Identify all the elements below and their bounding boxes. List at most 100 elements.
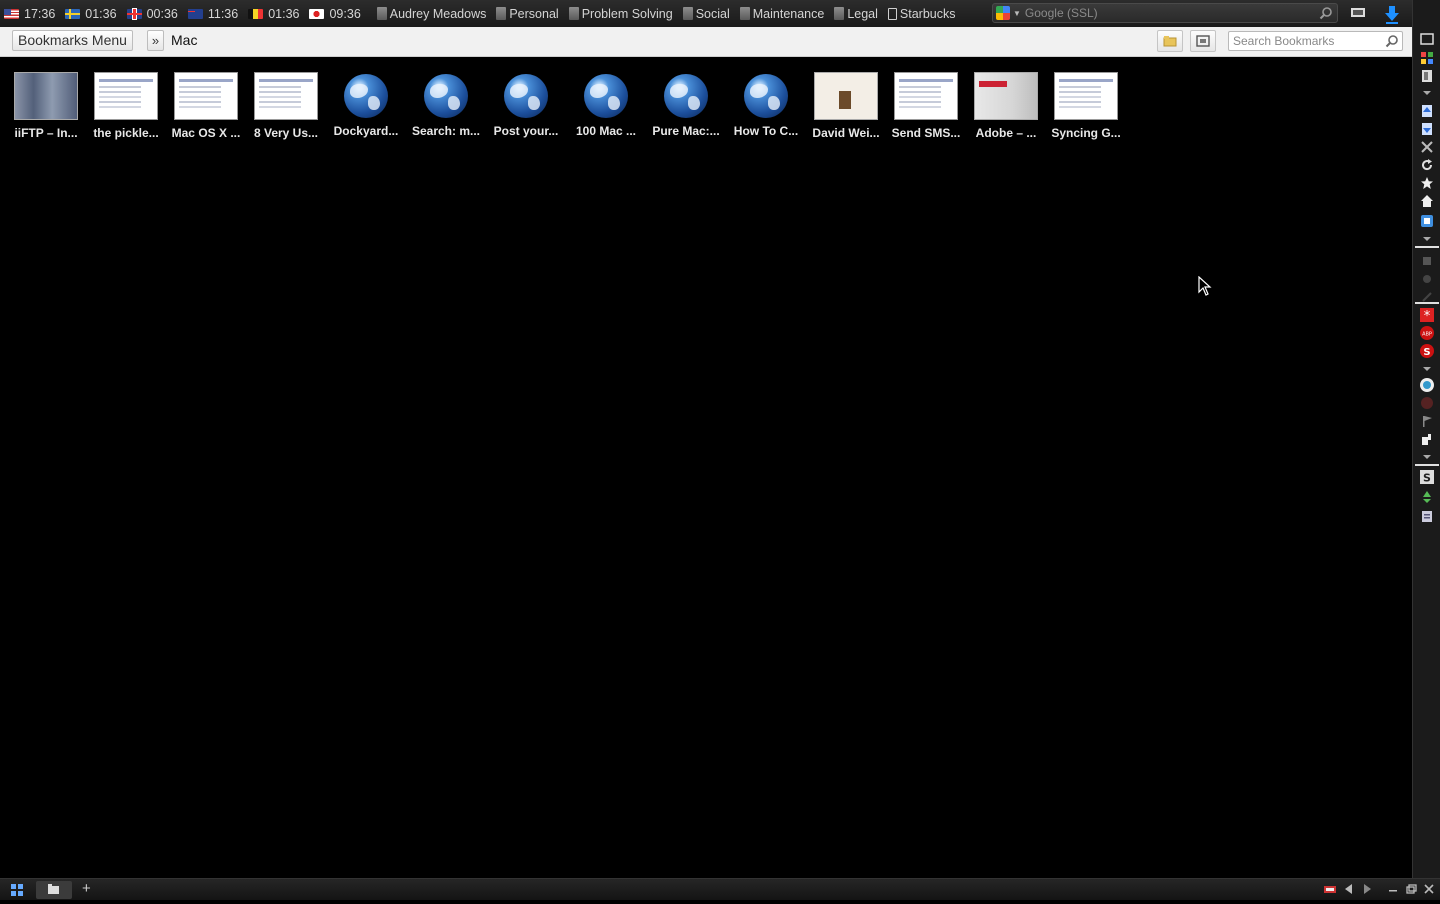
chevron-down-icon[interactable]: ▼ — [1013, 9, 1021, 18]
bookmark-tile[interactable]: Dockyard... — [326, 72, 406, 140]
clipboard-icon[interactable] — [1420, 509, 1434, 523]
bookmark-label: Legal — [847, 6, 878, 21]
search-icon[interactable] — [1385, 34, 1399, 48]
chevron-down-icon[interactable] — [1423, 91, 1431, 95]
chevron-down-icon[interactable] — [1423, 367, 1431, 371]
bookmark-down-icon[interactable] — [1420, 122, 1434, 136]
folder-icon — [496, 7, 507, 20]
bookmark-tile[interactable]: Adobe – ... — [966, 72, 1046, 140]
chevron-down-icon[interactable] — [1423, 455, 1431, 459]
bookmark-label: Problem Solving — [581, 6, 673, 21]
stumble-icon[interactable]: S — [1420, 344, 1434, 358]
bookmark-folder-social[interactable]: Social — [682, 7, 730, 21]
search-bookmarks-input[interactable]: Search Bookmarks — [1228, 31, 1403, 51]
new-tab-button[interactable]: + — [82, 880, 91, 897]
adblock-icon[interactable]: ABP — [1420, 326, 1434, 340]
bookmark-tile-label: 8 Very Us... — [253, 126, 319, 140]
page-thumbnail[interactable] — [894, 72, 958, 120]
apps-grid-icon[interactable] — [1420, 51, 1434, 65]
globe-icon[interactable] — [504, 74, 548, 118]
keyboard-icon[interactable] — [1323, 882, 1337, 896]
globe-icon[interactable] — [584, 74, 628, 118]
bookmark-folder-maintenance[interactable]: Maintenance — [739, 7, 824, 21]
bookmark-label: Starbucks — [899, 6, 956, 21]
bookmark-tile-label: the pickle... — [93, 126, 159, 140]
globe-icon[interactable] — [424, 74, 468, 118]
active-tab-button[interactable] — [36, 881, 72, 899]
minimize-icon[interactable] — [1386, 882, 1400, 896]
page-thumbnail[interactable] — [14, 72, 78, 120]
folder-icon — [1163, 36, 1177, 47]
bookmark-tile[interactable]: Search: m... — [406, 72, 486, 140]
folder-icon — [376, 7, 387, 20]
globe-icon[interactable] — [664, 74, 708, 118]
home-icon[interactable] — [1420, 194, 1434, 208]
apps-grid-icon[interactable] — [10, 883, 24, 897]
separator — [1415, 302, 1439, 304]
page-thumbnail[interactable] — [254, 72, 318, 120]
restore-icon[interactable] — [1404, 882, 1418, 896]
reload-icon[interactable] — [1420, 158, 1434, 172]
puzzle-icon[interactable] — [1420, 254, 1434, 268]
disabled-addon-icon[interactable] — [1420, 396, 1434, 410]
bookmark-folder-legal[interactable]: Legal — [834, 7, 878, 21]
search-icon[interactable] — [1319, 6, 1333, 20]
bookmark-tile[interactable]: Send SMS... — [886, 72, 966, 140]
page-thumbnail[interactable] — [174, 72, 238, 120]
bookmark-page-icon[interactable] — [1420, 69, 1434, 83]
australia-flag-icon — [187, 8, 203, 19]
star-icon[interactable] — [1420, 176, 1434, 190]
globe-addon-icon[interactable] — [1420, 378, 1434, 392]
bookmark-tile[interactable]: How To C... — [726, 72, 806, 140]
asterisk-addon-icon[interactable]: * — [1420, 308, 1434, 322]
google-search-box[interactable]: ▼ Google (SSL) — [992, 3, 1338, 23]
bookmark-up-icon[interactable] — [1420, 104, 1434, 118]
bookmark-starbucks[interactable]: Starbucks — [887, 6, 956, 21]
bookmark-tile[interactable]: 8 Very Us... — [246, 72, 326, 140]
download-arrow-icon[interactable] — [1383, 4, 1401, 24]
bookmark-folder-problem-solving[interactable]: Problem Solving — [568, 6, 673, 21]
google-icon[interactable] — [996, 6, 1010, 20]
page-thumbnail[interactable] — [974, 72, 1038, 120]
bookmark-tile[interactable]: Mac OS X ... — [166, 72, 246, 140]
breadcrumb-separator-button[interactable]: » — [147, 30, 164, 51]
close-icon[interactable] — [1420, 140, 1434, 154]
bookmark-tile[interactable]: 100 Mac ... — [566, 72, 646, 140]
bookmark-tile-label: Dockyard... — [333, 124, 399, 138]
bookmark-tile[interactable]: Post your... — [486, 72, 566, 140]
bookmark-tile[interactable]: iiFTP – In... — [6, 72, 86, 140]
chevron-down-icon[interactable] — [1423, 237, 1431, 241]
view-toggle-button[interactable] — [1190, 30, 1216, 52]
screen-icon[interactable] — [1349, 5, 1367, 21]
globe-icon[interactable] — [744, 74, 788, 118]
fullscreen-icon[interactable] — [1420, 32, 1434, 46]
new-folder-button[interactable] — [1157, 30, 1183, 52]
bookmark-folder-audrey-meadows[interactable]: Audrey Meadows — [376, 7, 486, 21]
page-thumbnail[interactable] — [94, 72, 158, 120]
arrow-left-icon[interactable] — [1342, 882, 1356, 896]
s-addon-icon[interactable]: S — [1420, 470, 1434, 484]
bookmark-tile[interactable]: David Wei... — [806, 72, 886, 140]
bookmark-tile[interactable]: Syncing G... — [1046, 72, 1126, 140]
flag-icon[interactable] — [1420, 414, 1434, 428]
globe-icon[interactable] — [344, 74, 388, 118]
bookmark-tile[interactable]: Pure Mac:... — [646, 72, 726, 140]
folder-icon — [739, 7, 750, 20]
clock-time: 01:36 — [85, 6, 117, 21]
clock-be: 01:36 — [248, 7, 299, 21]
page-thumbnail[interactable] — [814, 72, 878, 120]
translate-icon[interactable] — [1420, 214, 1434, 228]
page-thumbnail[interactable] — [1054, 72, 1118, 120]
svg-text:S: S — [1423, 472, 1431, 485]
close-icon[interactable] — [1422, 882, 1436, 896]
folder-icon — [682, 7, 693, 20]
belgium-flag-icon — [248, 8, 264, 19]
bookmark-tile[interactable]: the pickle... — [86, 72, 166, 140]
arrow-right-icon[interactable] — [1360, 882, 1374, 896]
bookmark-folder-personal[interactable]: Personal — [496, 7, 559, 21]
page-tools-icon[interactable] — [1420, 432, 1434, 446]
bookmarks-menu-button[interactable]: Bookmarks Menu — [12, 30, 133, 51]
gear-icon[interactable] — [1420, 272, 1434, 286]
svg-text:*: * — [1424, 309, 1431, 322]
recycle-icon[interactable] — [1420, 490, 1434, 504]
